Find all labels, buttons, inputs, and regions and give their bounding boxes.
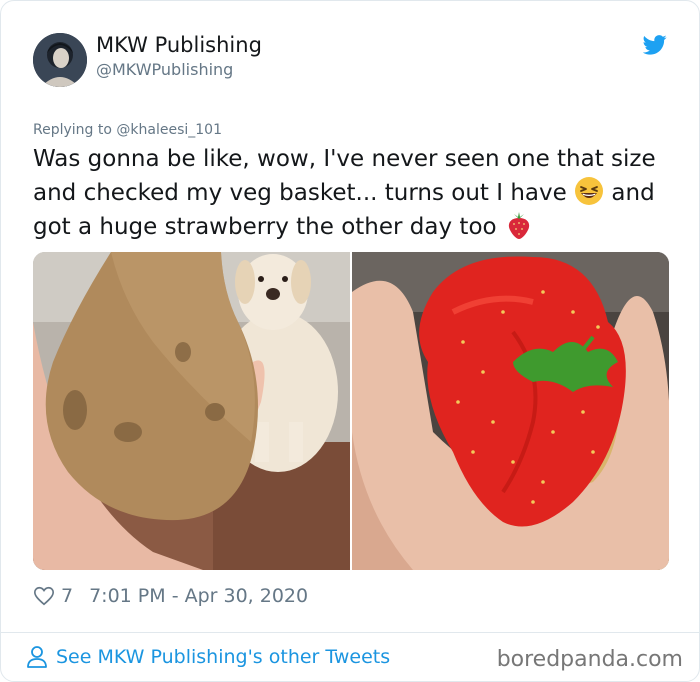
grinning-squinting-face-icon — [575, 177, 604, 205]
author-name[interactable]: MKW Publishing — [96, 33, 262, 57]
like-count[interactable]: 7 — [61, 585, 73, 607]
replying-to-prefix: Replying to — [33, 122, 117, 138]
footer-divider — [1, 632, 699, 633]
twitter-bird-icon[interactable] — [643, 34, 667, 56]
heart-icon[interactable] — [33, 585, 55, 607]
person-icon — [27, 646, 47, 668]
author-handle[interactable]: @MKWPublishing — [96, 60, 233, 79]
see-other-tweets-link[interactable]: See MKW Publishing's other Tweets — [26, 645, 390, 669]
boredpanda-watermark: boredpanda.com — [496, 647, 683, 672]
tweet-text: Was gonna be like, wow, I've never seen … — [33, 143, 673, 244]
replying-to: Replying to @khaleesi_101 — [33, 122, 222, 138]
tweet-text-part1: Was gonna be like, wow, I've never seen … — [33, 146, 656, 206]
tweet-meta: 7 7:01 PM - Apr 30, 2020 — [33, 583, 308, 609]
strawberry-icon — [508, 212, 530, 239]
reply-target-link[interactable]: @khaleesi_101 — [116, 122, 222, 138]
tweet-timestamp[interactable]: 7:01 PM - Apr 30, 2020 — [89, 585, 308, 607]
tweet-media[interactable] — [33, 252, 669, 570]
see-other-tweets-label[interactable]: See MKW Publishing's other Tweets — [56, 646, 390, 668]
tweet-card: MKW Publishing @MKWPublishing Replying t… — [0, 0, 700, 682]
author-avatar[interactable] — [33, 33, 87, 87]
media-photos — [33, 252, 669, 570]
